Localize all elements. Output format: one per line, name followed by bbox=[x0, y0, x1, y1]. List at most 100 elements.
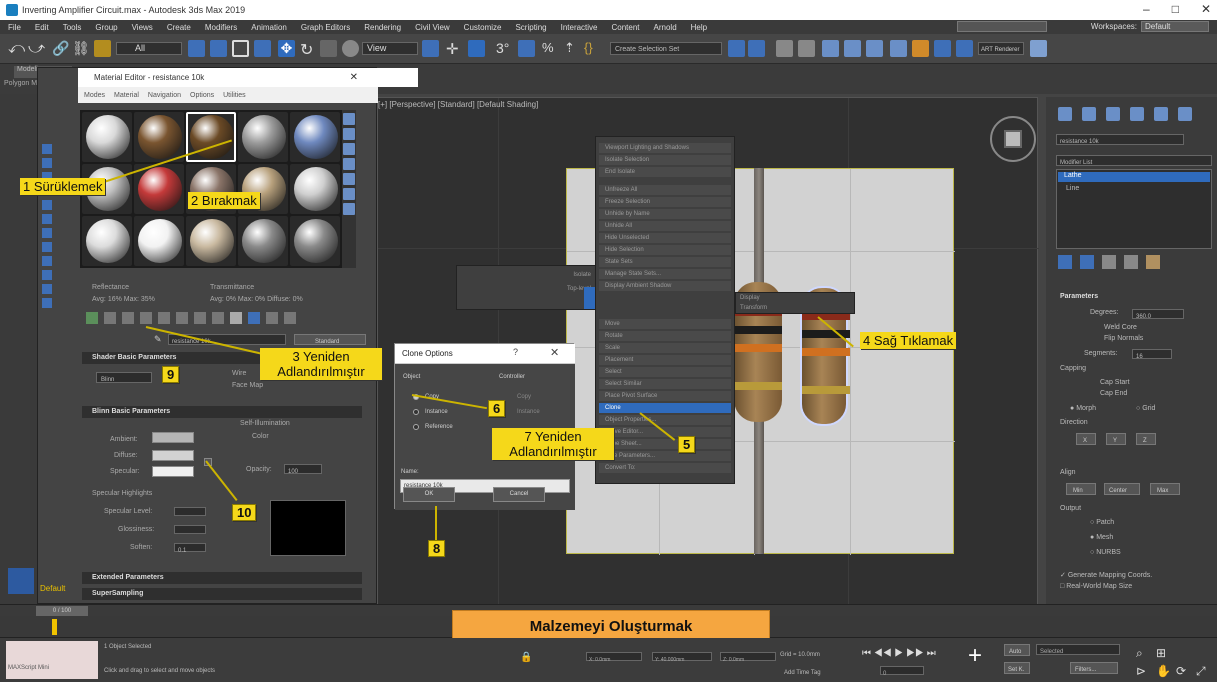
generate-mapping-checkbox[interactable]: ✓ Generate Mapping Coords. bbox=[1060, 571, 1152, 579]
orbit-icon[interactable]: ⟳ bbox=[1176, 664, 1186, 678]
render-setup-icon[interactable] bbox=[912, 40, 929, 57]
quad-item[interactable]: Select Similar bbox=[599, 379, 731, 389]
select-manipulate-icon[interactable]: ✛ bbox=[446, 40, 463, 58]
material-slot[interactable] bbox=[290, 216, 340, 266]
modify-tab-icon[interactable] bbox=[1082, 107, 1096, 121]
menu-group[interactable]: Group bbox=[95, 23, 117, 32]
material-slot[interactable] bbox=[186, 216, 236, 266]
get-material-icon[interactable] bbox=[86, 312, 98, 324]
create-tab-icon[interactable] bbox=[1058, 107, 1072, 121]
menu-help[interactable]: Help bbox=[691, 23, 707, 32]
mat-menu-utilities[interactable]: Utilities bbox=[223, 92, 246, 99]
material-slot[interactable] bbox=[134, 216, 184, 266]
tool-icon[interactable] bbox=[42, 200, 52, 210]
selection-filter[interactable]: All bbox=[116, 42, 182, 55]
snap-3d-icon[interactable]: 3° bbox=[496, 40, 513, 57]
parameters-rollout-title[interactable]: Parameters bbox=[1060, 293, 1098, 300]
quad-item[interactable]: Unhide All bbox=[599, 221, 731, 231]
redo-icon[interactable]: ⤻ bbox=[28, 40, 45, 57]
grid-radio[interactable]: ○ Grid bbox=[1136, 405, 1155, 412]
mat-menu-material[interactable]: Material bbox=[114, 92, 139, 99]
tool-icon[interactable] bbox=[42, 158, 52, 168]
quad-item[interactable]: Isolate Selection bbox=[599, 155, 731, 165]
stack-item-line[interactable]: Line bbox=[1066, 185, 1079, 192]
quad-item[interactable]: Viewport Lighting and Shadows bbox=[599, 143, 731, 153]
time-slider[interactable]: 0 / 100 bbox=[36, 606, 88, 616]
menu-file[interactable]: File bbox=[8, 23, 21, 32]
mat-menu-options[interactable]: Options bbox=[190, 92, 214, 99]
menu-views[interactable]: Views bbox=[132, 23, 153, 32]
mirror-icon[interactable] bbox=[728, 40, 745, 57]
quad-item[interactable]: Wire Parameters... bbox=[599, 451, 731, 461]
cancel-button[interactable]: Cancel bbox=[493, 487, 545, 502]
workspace-select[interactable]: Default bbox=[1141, 21, 1209, 32]
configure-sets-icon[interactable] bbox=[1146, 255, 1160, 269]
supersampling-rollout[interactable]: SuperSampling bbox=[82, 588, 362, 600]
arnold-icon[interactable] bbox=[1030, 40, 1047, 57]
spec-level-spinner[interactable] bbox=[174, 507, 206, 516]
viewport-label[interactable]: [+] [Perspective] [Standard] [Default Sh… bbox=[378, 100, 538, 109]
unlink-icon[interactable]: ⛓ bbox=[72, 40, 90, 57]
sample-type-icon[interactable] bbox=[343, 113, 355, 125]
percent-snap-icon[interactable]: % bbox=[542, 40, 559, 57]
quad-item[interactable]: Place Pivot Surface bbox=[599, 391, 731, 401]
remove-modifier-icon[interactable] bbox=[1124, 255, 1138, 269]
stack-item-lathe[interactable]: Lathe bbox=[1058, 172, 1210, 182]
material-slot[interactable] bbox=[82, 112, 132, 162]
flip-normals-checkbox[interactable]: Flip Normals bbox=[1104, 335, 1143, 342]
eyedropper-icon[interactable]: ✎ bbox=[154, 334, 162, 345]
pan-icon[interactable]: ✋ bbox=[1156, 664, 1171, 678]
material-type-button[interactable]: Standard bbox=[294, 334, 366, 345]
weld-core-checkbox[interactable]: Weld Core bbox=[1104, 324, 1137, 331]
quad-item[interactable]: Hide Selection bbox=[599, 245, 731, 255]
self-illum-color-checkbox[interactable]: Color bbox=[252, 433, 269, 440]
output-patch-radio[interactable]: ○ Patch bbox=[1090, 519, 1114, 526]
tool-icon[interactable] bbox=[42, 228, 52, 238]
toggle-layer-explorer-icon[interactable] bbox=[798, 40, 815, 57]
menu-animation[interactable]: Animation bbox=[251, 23, 287, 32]
align-max-button[interactable]: Max bbox=[1150, 483, 1180, 495]
named-selection-set[interactable]: Create Selection Set bbox=[610, 42, 722, 55]
direction-y-button[interactable]: Y bbox=[1106, 433, 1126, 445]
keyboard-shortcut-icon[interactable] bbox=[468, 40, 485, 57]
x-coord-field[interactable]: X: 0.0mm bbox=[586, 652, 642, 663]
quad-item[interactable]: Hide Unselected bbox=[599, 233, 731, 243]
select-rotate-icon[interactable]: ↻ bbox=[300, 40, 317, 59]
cap-end-checkbox[interactable]: Cap End bbox=[1100, 390, 1127, 397]
output-mesh-radio[interactable]: ● Mesh bbox=[1090, 534, 1113, 541]
menu-create[interactable]: Create bbox=[167, 23, 191, 32]
quad-item[interactable]: Unfreeze All bbox=[599, 185, 731, 195]
quad-item[interactable]: Scale bbox=[599, 343, 731, 353]
reference-radio[interactable] bbox=[413, 424, 419, 430]
display-tab-icon[interactable] bbox=[1154, 107, 1168, 121]
render-icon[interactable] bbox=[956, 40, 973, 57]
maxscript-listener[interactable]: MAXScript Mini bbox=[6, 641, 98, 679]
key-filter-select[interactable]: Selected bbox=[1036, 644, 1120, 655]
pivot-icon[interactable] bbox=[422, 40, 439, 57]
angle-snap-icon[interactable] bbox=[518, 40, 535, 57]
shader-select[interactable]: Blinn bbox=[96, 372, 152, 383]
select-scale-icon[interactable] bbox=[320, 40, 337, 57]
output-nurbs-radio[interactable]: ○ NURBS bbox=[1090, 549, 1121, 556]
quad-item[interactable]: Object Properties... bbox=[599, 415, 731, 425]
close-button[interactable]: ✕ bbox=[1201, 2, 1211, 16]
quad-item[interactable]: Display Ambient Shadow bbox=[599, 281, 731, 291]
show-shaded-icon[interactable] bbox=[230, 312, 242, 324]
z-coord-field[interactable]: Z: 0.0mm bbox=[720, 652, 776, 663]
quad-item[interactable]: Dope Sheet... bbox=[599, 439, 731, 449]
add-key-icon[interactable]: + bbox=[968, 642, 982, 670]
opacity-spinner[interactable]: 100 bbox=[284, 464, 322, 475]
quad-right-item[interactable]: Transform bbox=[740, 305, 767, 311]
soften-spinner[interactable]: 0.1 bbox=[174, 543, 206, 554]
menu-graph-editors[interactable]: Graph Editors bbox=[301, 23, 350, 32]
select-object-icon[interactable] bbox=[188, 40, 205, 57]
toggle-ribbon-icon[interactable] bbox=[822, 40, 839, 57]
select-by-name-icon[interactable] bbox=[210, 40, 227, 57]
morph-radio[interactable]: ● Morph bbox=[1070, 405, 1096, 412]
tool-icon[interactable] bbox=[42, 144, 52, 154]
ok-button[interactable]: OK bbox=[403, 487, 455, 502]
material-slot[interactable] bbox=[238, 216, 288, 266]
material-slot[interactable] bbox=[134, 164, 184, 214]
rect-region-icon[interactable] bbox=[232, 40, 249, 57]
ref-coord-system[interactable]: View bbox=[362, 42, 418, 55]
